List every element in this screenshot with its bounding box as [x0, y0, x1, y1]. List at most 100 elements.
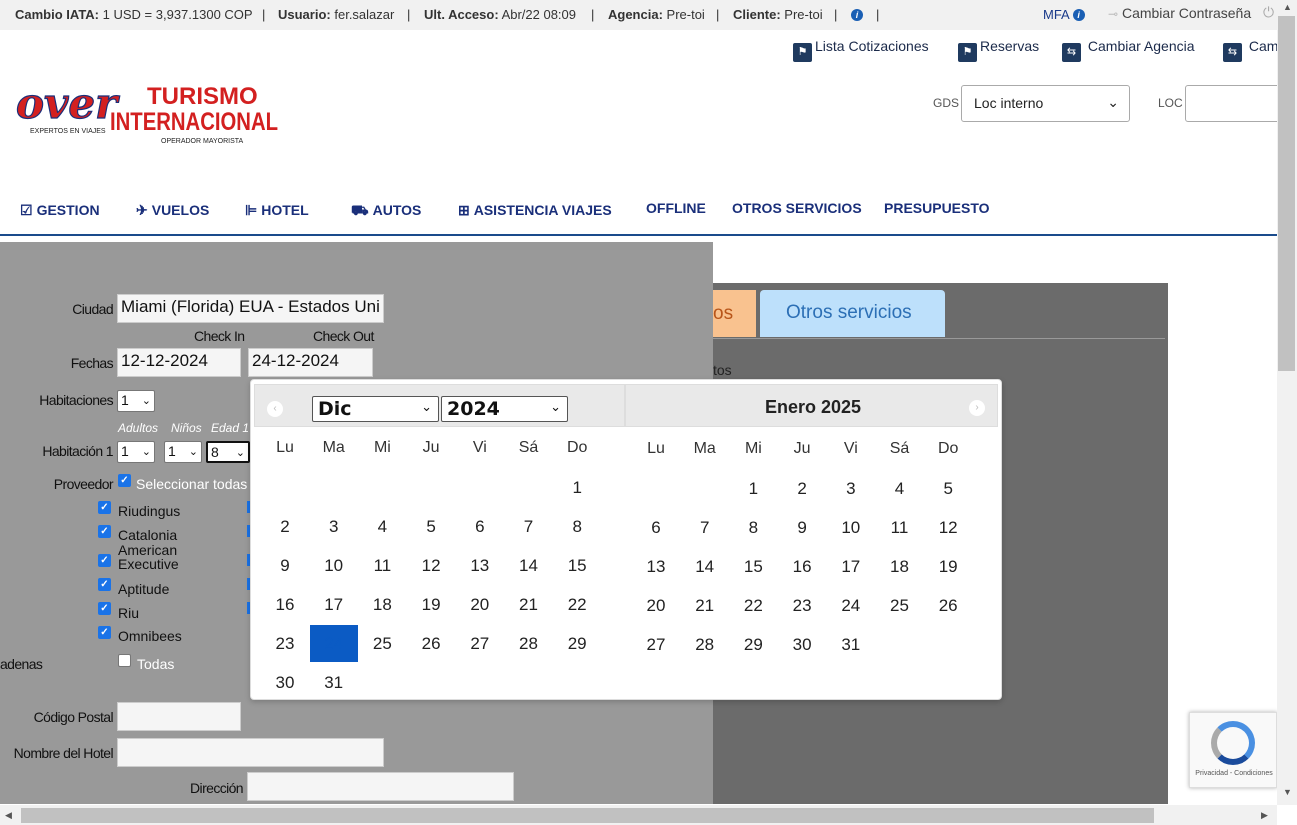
nav-asistencia[interactable]: ⊞ ASISTENCIA VIAJES	[458, 202, 612, 219]
calendar-day[interactable]: 6	[636, 518, 676, 538]
cambiar-cliente-link[interactable]: ⇆ Cam	[1223, 38, 1278, 62]
year-select[interactable]: 2024 ⌄	[441, 396, 568, 422]
calendar-day[interactable]: 3	[831, 479, 871, 499]
habitaciones-select[interactable]: 1 ⌄	[117, 390, 155, 412]
horizontal-scroll-thumb[interactable]	[21, 808, 1154, 823]
nombre-hotel-input[interactable]	[117, 738, 384, 767]
calendar-day[interactable]: 16	[782, 557, 822, 577]
ninos-select[interactable]: 1 ⌄	[164, 441, 202, 463]
calendar-day[interactable]: 14	[685, 557, 725, 577]
calendar-day[interactable]: 9	[265, 556, 305, 576]
calendar-day[interactable]: 27	[460, 634, 500, 654]
checkin-input[interactable]: 12-12-2024	[117, 348, 241, 377]
nav-presupuesto[interactable]: PRESUPUESTO	[884, 200, 990, 216]
calendar-day[interactable]: 10	[314, 556, 354, 576]
calendar-day[interactable]: 12	[411, 556, 451, 576]
calendar-day[interactable]: 9	[782, 518, 822, 538]
calendar-day[interactable]: 7	[509, 517, 549, 537]
calendar-day[interactable]: 4	[880, 479, 920, 499]
calendar-day[interactable]: 31	[831, 635, 871, 655]
calendar-day[interactable]: 28	[685, 635, 725, 655]
calendar-day[interactable]: 20	[460, 595, 500, 615]
nav-autos[interactable]: ⛟ AUTOS	[351, 202, 421, 221]
calendar-day[interactable]: 11	[880, 518, 920, 538]
calendar-day-selected[interactable]: 24	[309, 625, 358, 662]
calendar-day[interactable]: 23	[265, 634, 305, 654]
calendar-day[interactable]: 5	[928, 479, 968, 499]
mfa-link[interactable]: MFA i	[1043, 7, 1085, 22]
lista-cotizaciones-link[interactable]: ⚑ Lista Cotizaciones	[793, 38, 929, 62]
todas-checkbox[interactable]	[118, 654, 131, 667]
company-logo[interactable]: over EXPERTOS EN VIAJES TURISMO INTERNAC…	[15, 78, 281, 150]
month-select[interactable]: Dic ⌄	[312, 396, 439, 422]
calendar-day[interactable]: 18	[880, 557, 920, 577]
nav-offline[interactable]: OFFLINE	[646, 200, 706, 216]
calendar-day[interactable]: 16	[265, 595, 305, 615]
calendar-day[interactable]: 17	[831, 557, 871, 577]
scroll-up-icon[interactable]: ▲	[1283, 2, 1292, 12]
provider-checkbox[interactable]: ✓	[98, 525, 111, 538]
vertical-scroll-thumb[interactable]	[1278, 16, 1295, 371]
calendar-day[interactable]: 1	[557, 478, 597, 498]
calendar-day[interactable]: 30	[782, 635, 822, 655]
calendar-day[interactable]: 8	[557, 517, 597, 537]
calendar-day[interactable]: 26	[411, 634, 451, 654]
reservas-link[interactable]: ⚑ Reservas	[958, 38, 1039, 62]
change-password-link[interactable]: ⊸ Cambiar Contraseña	[1108, 5, 1251, 21]
cambiar-agencia-link[interactable]: ⇆ Cambiar Agencia	[1062, 38, 1195, 62]
calendar-day[interactable]: 20	[636, 596, 676, 616]
adultos-select[interactable]: 1 ⌄	[117, 441, 155, 463]
calendar-day[interactable]: 13	[460, 556, 500, 576]
nav-hotel[interactable]: ⊫ HOTEL	[245, 202, 309, 219]
calendar-day[interactable]: 14	[509, 556, 549, 576]
calendar-day[interactable]: 7	[685, 518, 725, 538]
provider-checkbox[interactable]: ✓	[98, 602, 111, 615]
calendar-day[interactable]: 24	[831, 596, 871, 616]
provider-checkbox[interactable]: ✓	[98, 578, 111, 591]
gds-select[interactable]: Loc interno ⌄	[961, 85, 1130, 122]
calendar-day[interactable]: 5	[411, 517, 451, 537]
codigo-postal-input[interactable]	[117, 702, 241, 731]
scroll-down-icon[interactable]: ▼	[1283, 787, 1292, 797]
select-all-checkbox[interactable]: ✓	[118, 474, 131, 487]
calendar-day[interactable]: 18	[362, 595, 402, 615]
next-month-icon[interactable]: ›	[969, 400, 985, 416]
calendar-day[interactable]: 29	[733, 635, 773, 655]
provider-checkbox[interactable]: ✓	[98, 626, 111, 639]
scroll-right-icon[interactable]: ▶	[1261, 810, 1268, 821]
calendar-day[interactable]: 12	[928, 518, 968, 538]
calendar-day[interactable]: 8	[733, 518, 773, 538]
calendar-day[interactable]: 25	[362, 634, 402, 654]
calendar-day[interactable]: 22	[557, 595, 597, 615]
scroll-left-icon[interactable]: ◀	[5, 810, 12, 821]
calendar-day[interactable]: 2	[782, 479, 822, 499]
provider-checkbox[interactable]: ✓	[98, 501, 111, 514]
calendar-day[interactable]: 10	[831, 518, 871, 538]
loc-input[interactable]	[1185, 85, 1285, 122]
calendar-day[interactable]: 19	[928, 557, 968, 577]
tab-otros-servicios[interactable]: Otros servicios	[760, 290, 945, 337]
calendar-day[interactable]: 21	[509, 595, 549, 615]
calendar-day[interactable]: 2	[265, 517, 305, 537]
calendar-day[interactable]: 15	[733, 557, 773, 577]
calendar-day[interactable]: 27	[636, 635, 676, 655]
calendar-day[interactable]: 28	[509, 634, 549, 654]
calendar-day[interactable]: 30	[265, 673, 305, 693]
calendar-day[interactable]: 3	[314, 517, 354, 537]
calendar-day[interactable]: 23	[782, 596, 822, 616]
nav-vuelos[interactable]: ✈ VUELOS	[136, 202, 209, 219]
calendar-day[interactable]: 25	[880, 596, 920, 616]
nav-gestion[interactable]: ☑ GESTION	[20, 202, 100, 219]
calendar-day[interactable]: 31	[314, 673, 354, 693]
calendar-day[interactable]: 6	[460, 517, 500, 537]
calendar-day[interactable]: 4	[362, 517, 402, 537]
calendar-day[interactable]: 17	[314, 595, 354, 615]
prev-month-icon[interactable]: ‹	[267, 401, 283, 417]
calendar-day[interactable]: 15	[557, 556, 597, 576]
calendar-day[interactable]: 29	[557, 634, 597, 654]
tab-hotel-partial[interactable]: os	[713, 290, 756, 337]
calendar-day[interactable]: 21	[685, 596, 725, 616]
checkout-input[interactable]: 24-12-2024	[248, 348, 373, 377]
calendar-day[interactable]: 13	[636, 557, 676, 577]
calendar-day[interactable]: 22	[733, 596, 773, 616]
